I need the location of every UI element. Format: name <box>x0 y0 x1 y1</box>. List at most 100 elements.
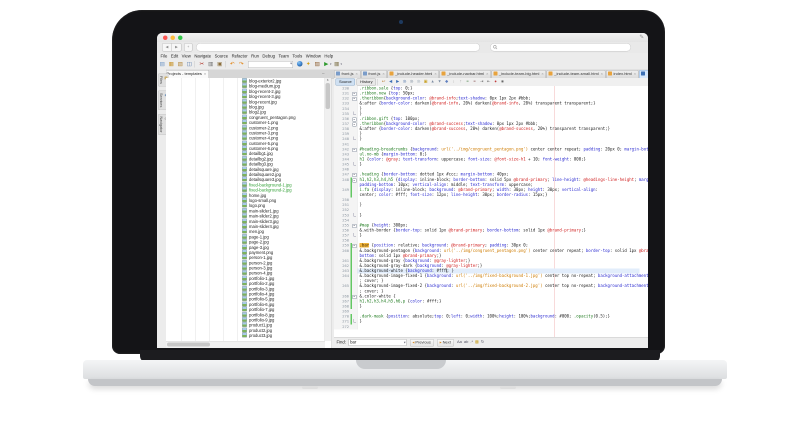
search-occurrence-highlight: .bar <box>360 243 370 248</box>
tab-close-icon[interactable]: × <box>486 72 488 77</box>
editor-tab-_include-header.html[interactable]: _include-header.html× <box>388 70 439 78</box>
menu-debug[interactable]: Debug <box>262 54 275 59</box>
tree-item[interactable]: product3.jpg <box>166 333 325 338</box>
menu-team[interactable]: Team <box>278 54 288 59</box>
editor-tab-_include-team-small.html[interactable]: _include-team-small.html× <box>547 70 606 78</box>
tree-scroll-thumb[interactable] <box>326 83 331 109</box>
toggle-highlight-icon[interactable]: ▣ <box>423 78 429 84</box>
last-edit-position-icon[interactable]: ↩ <box>381 78 387 84</box>
window-close-button[interactable] <box>163 36 168 41</box>
menu-tools[interactable]: Tools <box>292 54 302 59</box>
wrap-search-icon[interactable]: ↻ <box>481 340 484 345</box>
editor-tab-index.html[interactable]: index.html× <box>606 70 639 78</box>
tree-vertical-scrollbar[interactable]: ▲ <box>325 78 332 341</box>
comment-icon[interactable]: ≡ <box>465 78 471 84</box>
back-icon[interactable]: ◀ <box>388 78 394 84</box>
paste-icon[interactable]: ▣ <box>216 61 224 68</box>
macro-start-icon[interactable]: ● <box>493 78 499 84</box>
scroll-up-arrow-icon[interactable]: ▲ <box>326 78 331 83</box>
cut-icon[interactable]: ✂ <box>198 61 206 68</box>
find-next-icon[interactable]: ◎ <box>409 78 415 84</box>
match-case-icon[interactable]: Aa <box>457 340 462 345</box>
highlight-results-icon[interactable]: ▩ <box>475 340 479 345</box>
find-next-button[interactable]: ▸Next <box>437 339 454 347</box>
tab-close-icon[interactable]: × <box>541 72 543 77</box>
reload-in-browser-icon[interactable] <box>297 61 303 67</box>
edit-pencil-icon[interactable]: ✎ <box>639 34 644 41</box>
shift-left-icon[interactable]: ⇤ <box>486 78 492 84</box>
tab-close-icon[interactable]: × <box>634 72 636 77</box>
editor-tab[interactable] <box>639 70 648 78</box>
url-input[interactable] <box>196 43 480 52</box>
panel-minimize-icon[interactable]: – <box>322 71 325 76</box>
find-previous-button[interactable]: ◂Previous <box>410 339 434 347</box>
macro-stop-icon[interactable]: ■ <box>500 78 506 84</box>
dropdown-arrow-icon[interactable]: ▾ <box>341 63 343 67</box>
next-bookmark-icon[interactable]: ▼ <box>437 78 443 84</box>
shift-right-icon[interactable]: ⇥ <box>479 78 485 84</box>
menu-file[interactable]: File <box>161 54 168 59</box>
new-file-icon[interactable]: ▤ <box>159 61 167 68</box>
deploy-icon[interactable]: ✦ <box>305 61 313 68</box>
find-selection-icon[interactable]: ◎ <box>402 78 408 84</box>
menu-refactor[interactable]: Refactor <box>232 54 248 59</box>
previous-usage-icon[interactable]: ↑ <box>458 78 464 84</box>
code-editor[interactable]: 230.ribbon.sale {top: 0;}231.ribbon.new … <box>334 86 648 338</box>
build-project-icon[interactable]: ▨ <box>314 61 322 68</box>
editor-tab-front.js[interactable]: front.js× <box>334 70 360 78</box>
find-input[interactable]: bar▾ <box>349 339 407 346</box>
undo-icon[interactable]: ↶ <box>229 61 237 68</box>
fold-end-icon <box>354 213 357 217</box>
menu-help[interactable]: Help <box>324 54 333 59</box>
copy-icon[interactable]: ▥ <box>207 61 215 68</box>
tab-close-icon[interactable]: × <box>382 72 384 77</box>
tab-close-icon[interactable]: × <box>434 72 436 77</box>
previous-bookmark-icon[interactable]: ▲ <box>430 78 436 84</box>
menu-navigate[interactable]: Navigate <box>194 54 211 59</box>
menu-window[interactable]: Window <box>306 54 321 59</box>
dropdown-arrow-icon[interactable]: ▾ <box>330 63 332 67</box>
window-minimize-button[interactable] <box>171 36 176 41</box>
profile-project-icon[interactable]: ▦ <box>333 61 341 68</box>
configuration-combobox[interactable]: ▾ <box>248 61 293 68</box>
next-usage-icon[interactable]: ↓ <box>451 78 457 84</box>
back-button[interactable]: ◀ <box>162 43 172 52</box>
regex-icon[interactable]: .* <box>470 340 473 345</box>
save-all-icon[interactable]: ◫ <box>186 61 194 68</box>
html-file-icon <box>390 72 394 76</box>
new-tab-button[interactable]: + <box>184 43 193 52</box>
history-view-button[interactable]: History <box>357 79 376 86</box>
tree-hscroll-thumb[interactable] <box>167 343 210 347</box>
whole-words-icon[interactable]: ab <box>464 340 468 345</box>
forward-icon[interactable]: ▶ <box>395 78 401 84</box>
find-previous-icon[interactable]: ◎ <box>416 78 422 84</box>
projects-panel-close-icon[interactable]: × <box>204 72 206 77</box>
menu-edit[interactable]: Edit <box>171 54 178 59</box>
search-field[interactable] <box>490 43 631 52</box>
menu-view[interactable]: View <box>182 54 191 59</box>
toolbar-separator <box>225 61 226 68</box>
tree-horizontal-scrollbar[interactable] <box>166 341 325 348</box>
editor-tab-_include-navbar.html[interactable]: _include-navbar.html× <box>440 70 491 78</box>
editor-tab-label: _include-navbar.html <box>447 72 484 77</box>
tab-close-icon[interactable]: × <box>356 72 358 77</box>
image-file-icon <box>242 161 247 166</box>
run-project-icon[interactable]: ▶ <box>323 61 331 68</box>
new-project-icon[interactable]: ▦ <box>168 61 176 68</box>
uncomment-icon[interactable]: ≡ <box>472 78 478 84</box>
editor-tab-front.js[interactable]: front.js× <box>361 70 387 78</box>
menu-run[interactable]: Run <box>251 54 259 59</box>
redo-icon[interactable]: ↷ <box>238 61 246 68</box>
find-dropdown-icon[interactable]: ▾ <box>404 341 406 345</box>
combobox-arrow-icon[interactable]: ▾ <box>290 62 292 66</box>
forward-button[interactable]: ▶ <box>172 43 182 52</box>
open-project-icon[interactable]: ▧ <box>177 61 185 68</box>
toggle-bookmark-icon[interactable]: ◆ <box>444 78 450 84</box>
code-line-272[interactable]: 272 <box>334 324 648 329</box>
editor-tab-_include-team-big.html[interactable]: _include-team-big.html× <box>491 70 546 78</box>
menu-source[interactable]: Source <box>215 54 228 59</box>
window-zoom-button[interactable] <box>178 36 183 41</box>
tab-close-icon[interactable]: × <box>601 72 603 77</box>
ide-window: ✎ ◀ ▶ + FileEdit ViewNavigate Source Refact… <box>157 33 648 348</box>
source-view-button[interactable]: Source <box>336 79 356 86</box>
